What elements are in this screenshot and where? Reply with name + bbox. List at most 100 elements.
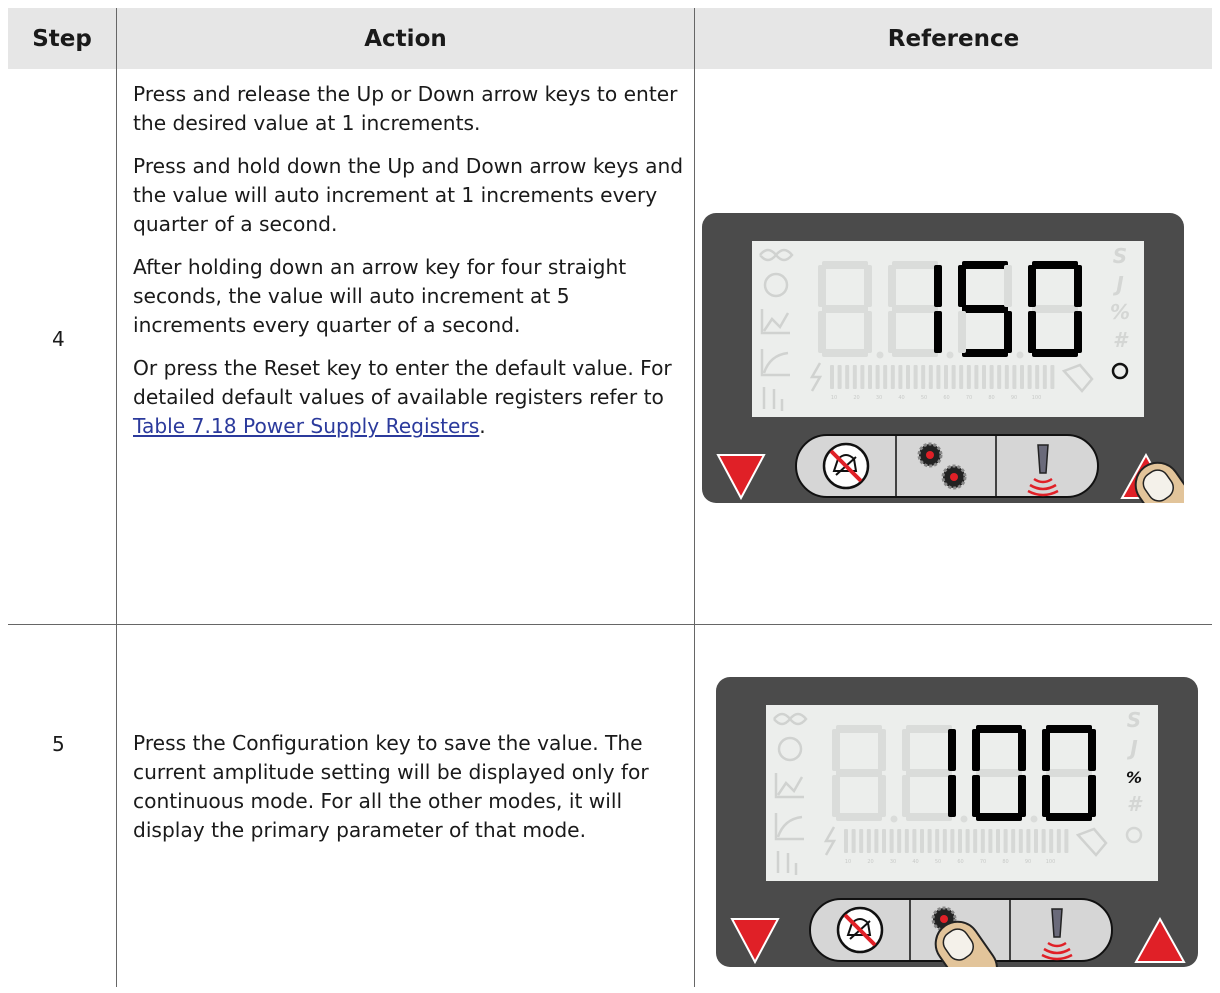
segment-a — [836, 725, 882, 733]
bar-segment — [852, 365, 857, 389]
segment-g — [836, 769, 882, 777]
bar-segment — [1003, 829, 1008, 853]
bar-segment — [883, 365, 888, 389]
bar-segment — [1042, 365, 1047, 389]
gear-center — [940, 915, 948, 923]
bar-segment — [906, 365, 910, 389]
segment-f — [888, 265, 896, 307]
bar-segment — [859, 829, 864, 853]
horn-icon — [1037, 444, 1049, 474]
bar-segment — [830, 365, 834, 389]
reset-key[interactable] — [836, 906, 884, 954]
segment-d — [892, 349, 938, 357]
bar-segment — [958, 829, 962, 853]
segment-f — [958, 265, 966, 307]
key-strip — [795, 434, 1099, 498]
action-paragraph: Press and release the Up or Down arrow k… — [133, 82, 678, 135]
bar-segment — [1020, 365, 1024, 389]
segment-b — [1018, 729, 1026, 771]
bar-segment — [935, 829, 940, 853]
decimal-point — [1030, 815, 1038, 823]
segment-f — [832, 729, 840, 771]
segment-c — [1074, 311, 1082, 353]
segment-d — [836, 813, 882, 821]
segment-g — [976, 769, 1022, 777]
step-number: 4 — [52, 327, 65, 351]
bar-scale-label: 60 — [943, 395, 949, 401]
row-divider — [8, 624, 1212, 625]
segment-c — [878, 775, 886, 817]
reset-key[interactable] — [822, 442, 870, 490]
horn-icon — [1051, 908, 1063, 938]
segment-b — [1088, 729, 1096, 771]
segment-a — [892, 261, 938, 269]
unit-label-s: S — [1113, 244, 1127, 268]
bar-segment — [1041, 829, 1046, 853]
decimal-point — [960, 815, 968, 823]
bar-segment — [988, 829, 993, 853]
gear-center — [950, 473, 958, 481]
bar-segment — [920, 829, 924, 853]
control-panel-illustration: SJ%#10 20 30 40 50 60 70 80 90 100 — [716, 677, 1198, 992]
bar-segment — [860, 365, 865, 389]
bar-scale-label: 100 — [1046, 859, 1056, 865]
lcd-screen — [752, 241, 1144, 417]
bar-segment — [1012, 365, 1017, 389]
bar-segment — [851, 829, 856, 853]
segment-e — [902, 775, 910, 817]
segment-b — [1074, 265, 1082, 307]
segment-a — [822, 261, 868, 269]
bar-segment — [897, 829, 902, 853]
paragraph-text: Or press the Reset key to enter the defa… — [133, 356, 672, 409]
segment-g — [1046, 769, 1092, 777]
bar-segment — [889, 829, 894, 853]
segment-f — [1028, 265, 1036, 307]
bar-scale-label: 60 — [957, 859, 963, 865]
bar-segment — [965, 829, 970, 853]
segment-g — [962, 305, 1008, 313]
bar-segment — [1050, 365, 1055, 389]
segment-g — [822, 305, 868, 313]
bar-segment — [1035, 365, 1040, 389]
bar-segment — [959, 365, 964, 389]
segment-d — [1046, 813, 1092, 821]
bar-segment — [974, 365, 979, 389]
bar-segment — [1034, 829, 1038, 853]
bar-segment — [966, 365, 971, 389]
bar-segment — [874, 829, 879, 853]
column-divider-1 — [116, 8, 117, 987]
bar-scale-label: 20 — [867, 859, 873, 865]
lcd-screen — [766, 705, 1158, 881]
segment-f — [818, 265, 826, 307]
bar-segment — [882, 829, 886, 853]
action-paragraph: Press and hold down the Up and Down arro… — [133, 154, 684, 236]
bar-segment — [982, 365, 986, 389]
bar-segment — [944, 365, 948, 389]
bar-segment — [1026, 829, 1031, 853]
unit-label-percent: % — [1126, 768, 1142, 787]
unit-label-percent: % — [1110, 300, 1130, 324]
bar-segment — [928, 365, 933, 389]
step-5-action: Press the Configuration key to save the … — [133, 729, 685, 859]
unit-label-count: # — [1127, 792, 1143, 816]
bar-scale-label: 70 — [966, 395, 972, 401]
bar-scale-label: 80 — [988, 395, 994, 401]
lcd-display: SJ%#10 20 30 40 50 60 70 80 90 100 — [752, 241, 1144, 417]
lcd-display: SJ%#10 20 30 40 50 60 70 80 90 100 — [766, 705, 1158, 881]
segment-a — [962, 261, 1008, 269]
segment-e — [1028, 311, 1036, 353]
segment-a — [976, 725, 1022, 733]
bar-segment — [1064, 829, 1069, 853]
power-supply-registers-link[interactable]: Table 7.18 Power Supply Registers — [133, 414, 479, 438]
bar-segment — [951, 365, 956, 389]
bar-segment — [845, 365, 850, 389]
bar-scale-label: 90 — [1011, 395, 1017, 401]
segment-c — [1018, 775, 1026, 817]
bar-segment — [927, 829, 932, 853]
bar-segment — [898, 365, 903, 389]
segment-g — [906, 769, 952, 777]
segment-c — [1004, 311, 1012, 353]
segment-b — [878, 729, 886, 771]
segment-d — [962, 349, 1008, 357]
header-step: Step — [8, 8, 116, 69]
